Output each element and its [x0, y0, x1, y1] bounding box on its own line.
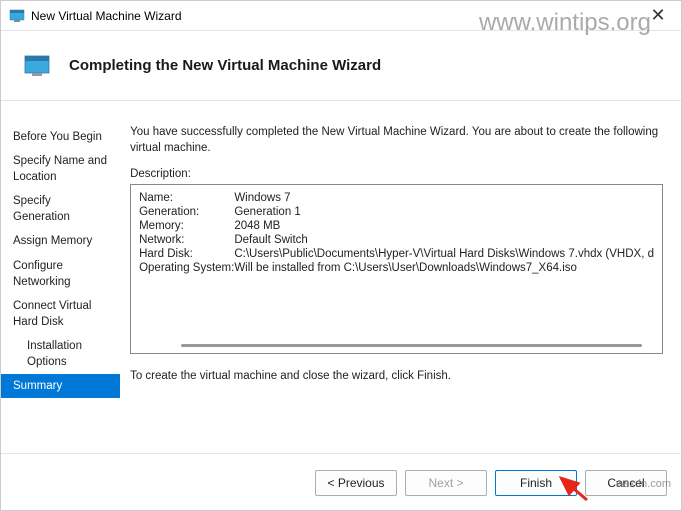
footer-instruction: To create the virtual machine and close … [130, 370, 663, 382]
field-value: Windows 7 [234, 191, 654, 205]
content-area: Before You Begin Specify Name and Locati… [1, 101, 681, 453]
field-value: C:\Users\Public\Documents\Hyper-V\Virtua… [234, 247, 654, 261]
wizard-steps-sidebar: Before You Begin Specify Name and Locati… [1, 101, 120, 453]
field-value: Will be installed from C:\Users\User\Dow… [234, 261, 654, 275]
cancel-button[interactable]: Cancel [585, 470, 667, 496]
step-configure-networking[interactable]: Configure Networking [1, 254, 120, 294]
table-row: Network: Default Switch [139, 233, 654, 247]
step-specify-generation[interactable]: Specify Generation [1, 189, 120, 229]
button-bar: < Previous Next > Finish Cancel [1, 453, 681, 511]
table-row: Generation: Generation 1 [139, 205, 654, 219]
step-connect-vhd[interactable]: Connect Virtual Hard Disk [1, 294, 120, 334]
step-installation-options[interactable]: Installation Options [1, 334, 120, 374]
titlebar: New Virtual Machine Wizard ✕ [1, 1, 681, 31]
field-value: Generation 1 [234, 205, 654, 219]
description-label: Description: [130, 168, 663, 180]
description-box: Name: Windows 7 Generation: Generation 1… [130, 184, 663, 354]
description-table: Name: Windows 7 Generation: Generation 1… [139, 191, 654, 275]
step-assign-memory[interactable]: Assign Memory [1, 229, 120, 253]
page-heading: Completing the New Virtual Machine Wizar… [69, 57, 381, 74]
step-specify-name[interactable]: Specify Name and Location [1, 149, 120, 189]
field-label: Memory: [139, 219, 234, 233]
field-label: Name: [139, 191, 234, 205]
table-row: Operating System: Will be installed from… [139, 261, 654, 275]
intro-text: You have successfully completed the New … [130, 125, 663, 156]
app-icon [9, 8, 25, 24]
main-panel: You have successfully completed the New … [120, 101, 681, 453]
table-row: Memory: 2048 MB [139, 219, 654, 233]
field-label: Hard Disk: [139, 247, 234, 261]
field-value: Default Switch [234, 233, 654, 247]
wizard-header: Completing the New Virtual Machine Wizar… [1, 31, 681, 101]
field-label: Operating System: [139, 261, 234, 275]
field-value: 2048 MB [234, 219, 654, 233]
wizard-icon [23, 52, 51, 80]
step-before-you-begin[interactable]: Before You Begin [1, 125, 120, 149]
window-title: New Virtual Machine Wizard [31, 9, 643, 23]
field-label: Generation: [139, 205, 234, 219]
field-label: Network: [139, 233, 234, 247]
close-icon[interactable]: ✕ [643, 5, 673, 26]
horizontal-scrollbar[interactable] [181, 344, 642, 347]
next-button: Next > [405, 470, 487, 496]
previous-button[interactable]: < Previous [315, 470, 397, 496]
table-row: Hard Disk: C:\Users\Public\Documents\Hyp… [139, 247, 654, 261]
step-summary[interactable]: Summary [1, 374, 120, 398]
table-row: Name: Windows 7 [139, 191, 654, 205]
finish-button[interactable]: Finish [495, 470, 577, 496]
